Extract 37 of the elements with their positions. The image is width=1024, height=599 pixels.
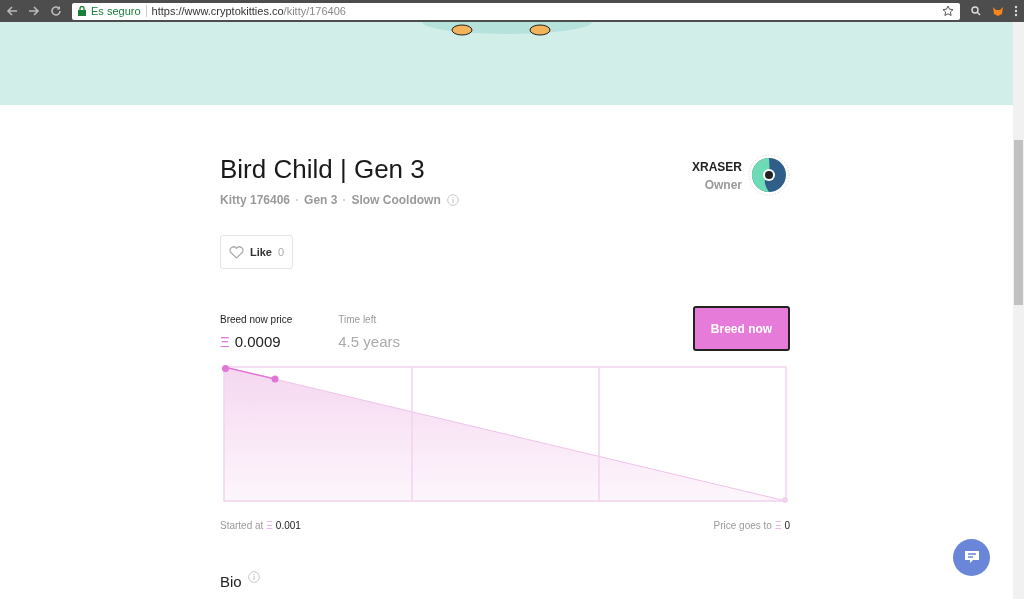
kitty-title: Bird Child | Gen 3: [220, 153, 426, 185]
heart-icon: [228, 245, 244, 259]
start-point: [222, 364, 229, 372]
price-value: 0.0009: [234, 332, 281, 352]
like-count: 0: [277, 244, 285, 260]
owner-avatar[interactable]: [748, 154, 790, 196]
price-label: Breed now price: [220, 313, 293, 327]
reload-icon[interactable]: [50, 5, 62, 17]
start-value: 0.001: [275, 518, 301, 533]
end-value: 0: [784, 518, 790, 533]
back-icon[interactable]: [6, 5, 18, 17]
kitty-meta: Kitty 176406: [220, 192, 291, 209]
menu-icon[interactable]: [1014, 5, 1018, 17]
currency-symbol: Ξ: [774, 518, 782, 533]
time-label: Time left: [338, 313, 378, 327]
address-bar[interactable]: Es seguro https://www.cryptokitties.co/kitty/176406: [72, 2, 960, 20]
star-icon[interactable]: [942, 5, 954, 17]
fox-icon[interactable]: [992, 5, 1004, 17]
end-label: Price goes to: [713, 518, 772, 533]
like-button[interactable]: Like 0: [220, 235, 293, 269]
bio-heading: Bio: [220, 571, 242, 592]
time-value: 4.5 years: [338, 332, 400, 352]
chat-button[interactable]: [953, 539, 990, 576]
kitty-meta: Gen 3: [304, 192, 338, 209]
owner-name[interactable]: XRASER: [692, 158, 742, 176]
lock-icon: [78, 6, 86, 16]
scrollbar[interactable]: [1013, 22, 1024, 599]
security-label: Es seguro: [91, 3, 141, 19]
forward-icon[interactable]: [28, 5, 40, 17]
chat-icon: [963, 550, 980, 565]
currency-symbol: Ξ: [220, 332, 230, 352]
current-price-point: [271, 375, 279, 382]
url-text: https://www.cryptokitties.co/kitty/176406: [151, 3, 347, 19]
currency-symbol: Ξ: [266, 518, 273, 533]
owner-label: Owner: [704, 177, 742, 194]
kitty-meta: Slow Cooldown: [351, 192, 441, 209]
start-label: Started at: [220, 518, 264, 533]
